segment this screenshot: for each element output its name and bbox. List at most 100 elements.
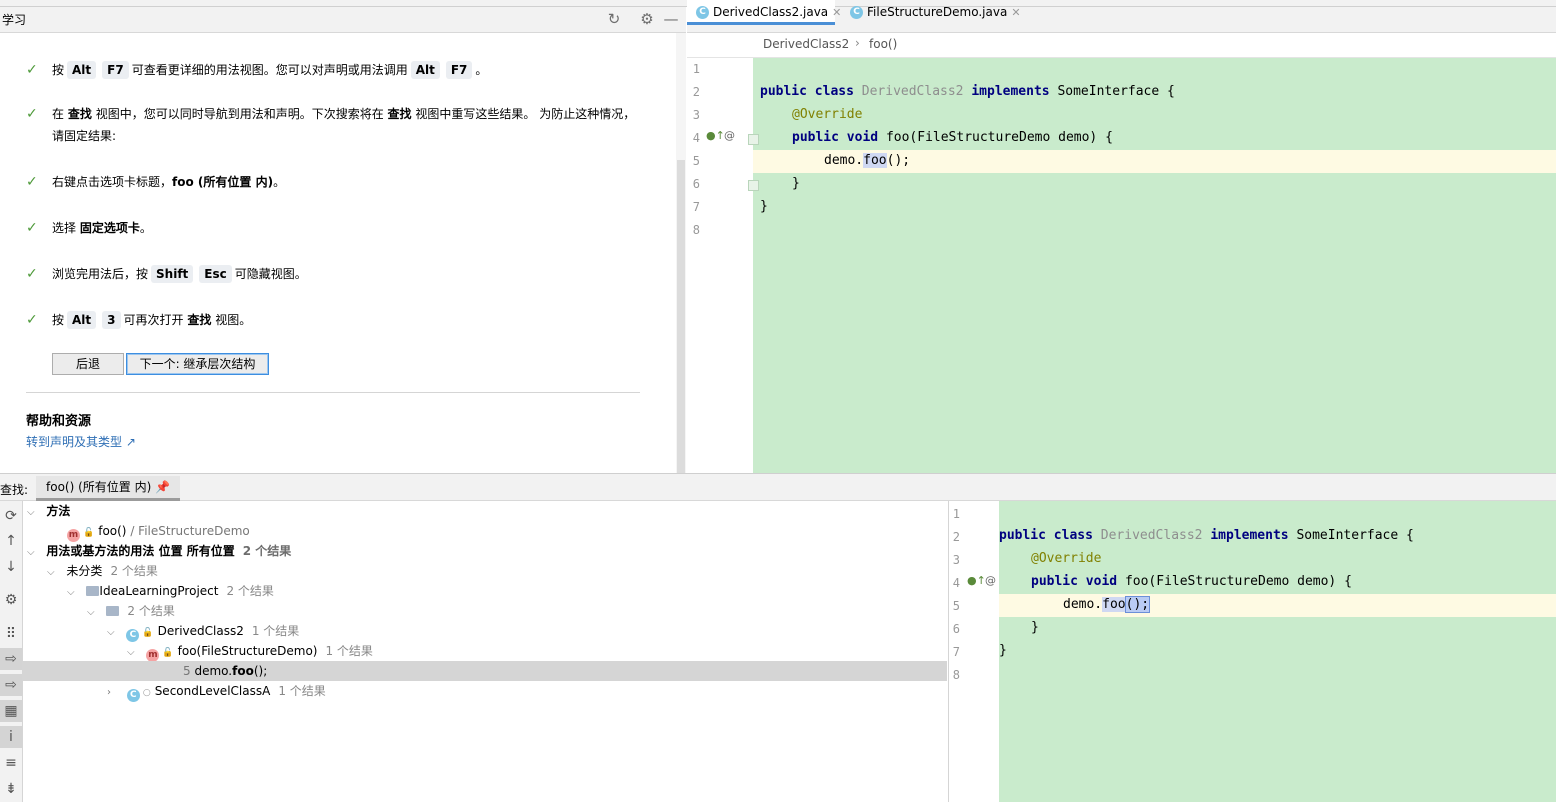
collapse-all-icon[interactable]: ⇟ (0, 778, 22, 800)
gear-icon[interactable]: ⚙ (638, 10, 656, 28)
check-icon: ✓ (26, 220, 38, 236)
learn-panel-header (0, 7, 686, 33)
check-icon: ✓ (26, 106, 38, 122)
find-label: 查找: (0, 483, 29, 497)
class-icon: C (696, 6, 709, 19)
fold-icon[interactable] (748, 180, 759, 191)
tree-node-target-method[interactable]: m 🔓 foo() / FileStructureDemo (23, 521, 947, 542)
tab-filestructuredemo[interactable]: C FileStructureDemo.java ✕ (841, 0, 1047, 25)
key-alt: Alt (410, 61, 440, 79)
breadcrumb-method[interactable]: foo() (869, 37, 897, 51)
override-gutter-icon[interactable]: @ (724, 129, 735, 142)
step-text: 选择 固定选项卡。 (52, 221, 152, 235)
project-folder-icon (86, 586, 100, 596)
line-number: 2 (952, 530, 960, 544)
line-number: 2 (692, 85, 700, 99)
info-icon[interactable]: i (0, 726, 22, 748)
learn-panel-title: 学习 (2, 13, 27, 27)
fold-icon[interactable] (748, 134, 759, 145)
find-results-tab[interactable]: foo() (所有位置 内) 📌 (36, 476, 181, 501)
chevron-right-icon[interactable]: › (107, 687, 111, 698)
lock-icon: 🔓 (142, 628, 154, 638)
check-icon: ✓ (26, 174, 38, 190)
key-f7: F7 (102, 61, 129, 79)
tab-derivedclass2[interactable]: C DerivedClass2.java ✕ (687, 0, 841, 25)
visibility-icon: ○ (142, 688, 151, 698)
close-icon[interactable]: ✕ (832, 6, 841, 19)
implements-gutter-icon[interactable]: ●↑ (706, 129, 725, 142)
help-section-title: 帮助和资源 (26, 414, 92, 429)
close-icon[interactable]: ✕ (1011, 6, 1020, 19)
line-number: 7 (952, 645, 960, 659)
line-number: 7 (692, 200, 700, 214)
tree-node-uncategorized[interactable]: ⌵ 未分类 2 个结果 (23, 561, 947, 581)
back-button[interactable]: 后退 (52, 353, 124, 375)
find-panel-header (0, 474, 1556, 501)
pin-icon[interactable]: 📌 (155, 480, 170, 494)
code-line-4: public void foo(FileStructureDemo demo) … (792, 130, 1113, 145)
preview-code-area[interactable] (999, 501, 1556, 802)
group-by-icon[interactable]: ⠿ (0, 623, 22, 645)
package-icon (106, 606, 120, 616)
step-text: 浏览完用法后，按 Shift Esc 可隐藏视图。 (52, 265, 307, 283)
code-line-7: } (760, 199, 768, 214)
code-line-5: demo.foo(); (824, 153, 911, 168)
line-number: 8 (952, 668, 960, 682)
override-gutter-icon[interactable]: @ (985, 574, 996, 587)
settings-icon[interactable]: ⚙ (0, 589, 22, 611)
chevron-down-icon[interactable]: ⌵ (107, 627, 115, 638)
learn-panel-body (0, 33, 676, 473)
code-line-6: } (792, 176, 800, 191)
class-icon: C (126, 689, 140, 702)
line-number: 6 (692, 177, 700, 191)
preview-line-7: } (999, 643, 1007, 658)
chevron-down-icon[interactable]: ⌵ (47, 567, 55, 578)
code-line-2: public class DerivedClass2 implements So… (760, 84, 1175, 99)
code-area[interactable] (753, 58, 1556, 473)
tree-node-method-foo[interactable]: ⌵ m 🔓 foo(FileStructureDemo) 1 个结果 (23, 641, 947, 662)
key-esc: Esc (199, 265, 232, 283)
step-text: 在 查找 视图中，您可以同时导航到用法和声明。下次搜索将在 查找 视图中重写这些… (52, 107, 636, 143)
tree-node-usages[interactable]: ⌵ 用法或基方法的用法 位置 所有位置 2 个结果 (23, 541, 947, 561)
expand-all-icon[interactable]: ≡ (0, 752, 22, 774)
preview-source-icon[interactable]: ⇨ (0, 674, 22, 696)
line-number: 4 (692, 131, 700, 145)
code-line-3: @Override (792, 107, 863, 122)
check-icon: ✓ (26, 312, 38, 328)
chevron-down-icon[interactable]: ⌵ (127, 647, 135, 658)
chevron-down-icon[interactable]: ⌵ (27, 547, 35, 558)
preview-line-3: @Override (1031, 551, 1102, 566)
navigate-with-single-click-icon[interactable]: ⇨ (0, 648, 22, 670)
preview-line-4: public void foo(FileStructureDemo demo) … (1031, 574, 1352, 589)
key-alt: Alt (67, 61, 97, 79)
next-occurrence-icon[interactable]: ↓ (0, 556, 22, 578)
preview-line-6: } (1031, 620, 1039, 635)
restart-icon[interactable]: ↻ (605, 10, 623, 28)
tree-node-project[interactable]: ⌵ IdeaLearningProject 2 个结果 (23, 581, 947, 601)
tree-node-package[interactable]: ⌵ 2 个结果 (23, 601, 947, 621)
breadcrumb-class[interactable]: DerivedClass2 (763, 37, 849, 51)
implements-gutter-icon[interactable]: ●↑ (967, 574, 986, 587)
tree-node-methods[interactable]: ⌵ 方法 (23, 501, 947, 521)
lock-icon: 🔓 (83, 528, 95, 538)
tree-node-class-derivedclass2[interactable]: ⌵ C 🔓 DerivedClass2 1 个结果 (23, 621, 947, 642)
line-number: 3 (952, 553, 960, 567)
rerun-icon[interactable]: ⟳ (0, 505, 22, 527)
preview-line-5: demo.foo(); (1063, 596, 1151, 613)
group-by-module-icon[interactable]: ▦ (0, 700, 22, 722)
line-number: 4 (952, 576, 960, 590)
tree-node-usage[interactable]: 5 demo.foo(); (23, 661, 947, 681)
hide-panel-icon[interactable]: — (662, 10, 680, 28)
chevron-down-icon[interactable]: ⌵ (27, 507, 35, 518)
key-3: 3 (102, 311, 121, 329)
chevron-right-icon: › (855, 36, 860, 50)
line-number: 5 (952, 599, 960, 613)
tree-node-class-secondlevelclassa[interactable]: › C ○ SecondLevelClassA 1 个结果 (23, 681, 947, 702)
check-icon: ✓ (26, 266, 38, 282)
line-number: 8 (692, 223, 700, 237)
help-link[interactable]: 转到声明及其类型 ↗ (26, 433, 136, 450)
chevron-down-icon[interactable]: ⌵ (67, 587, 75, 598)
chevron-down-icon[interactable]: ⌵ (87, 607, 95, 618)
previous-occurrence-icon[interactable]: ↑ (0, 530, 22, 552)
next-lesson-button[interactable]: 下一个: 继承层次结构 (126, 353, 269, 375)
